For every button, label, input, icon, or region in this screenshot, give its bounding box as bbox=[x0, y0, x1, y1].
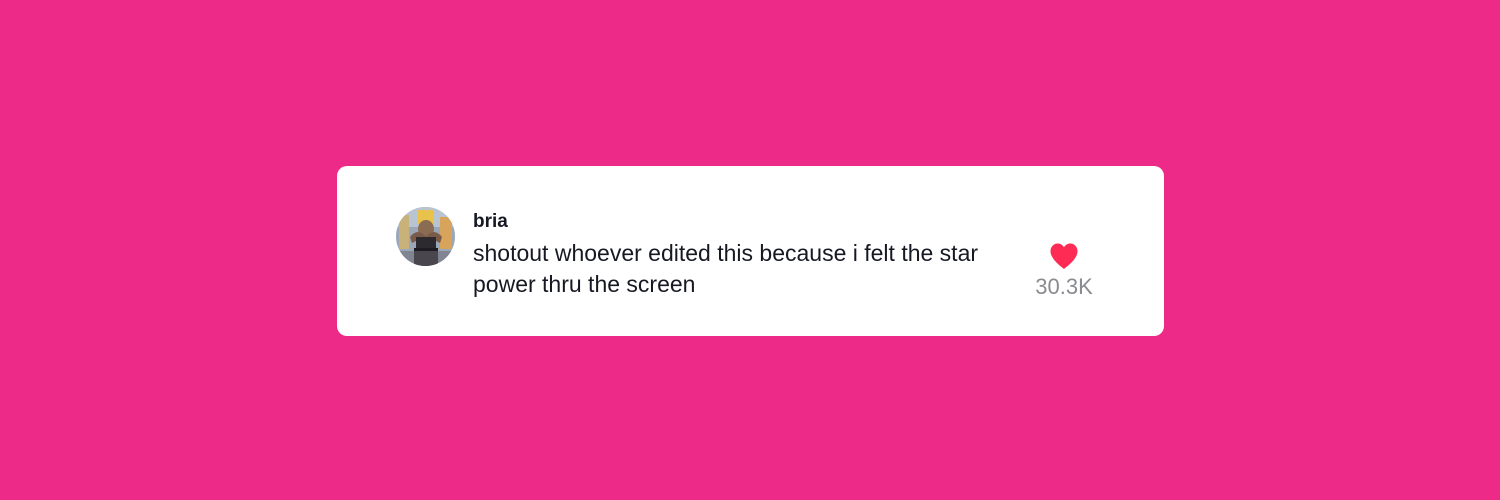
comment-username[interactable]: bria bbox=[473, 211, 508, 233]
comment-card: bria shotout whoever edited this because… bbox=[337, 166, 1164, 336]
like-button[interactable]: 30.3K bbox=[1017, 242, 1111, 302]
avatar-photo bbox=[396, 207, 455, 266]
comment-text: shotout whoever edited this because i fe… bbox=[473, 240, 979, 297]
heart-icon[interactable] bbox=[1049, 242, 1079, 270]
avatar[interactable] bbox=[396, 207, 455, 266]
like-count: 30.3K bbox=[1035, 274, 1093, 299]
